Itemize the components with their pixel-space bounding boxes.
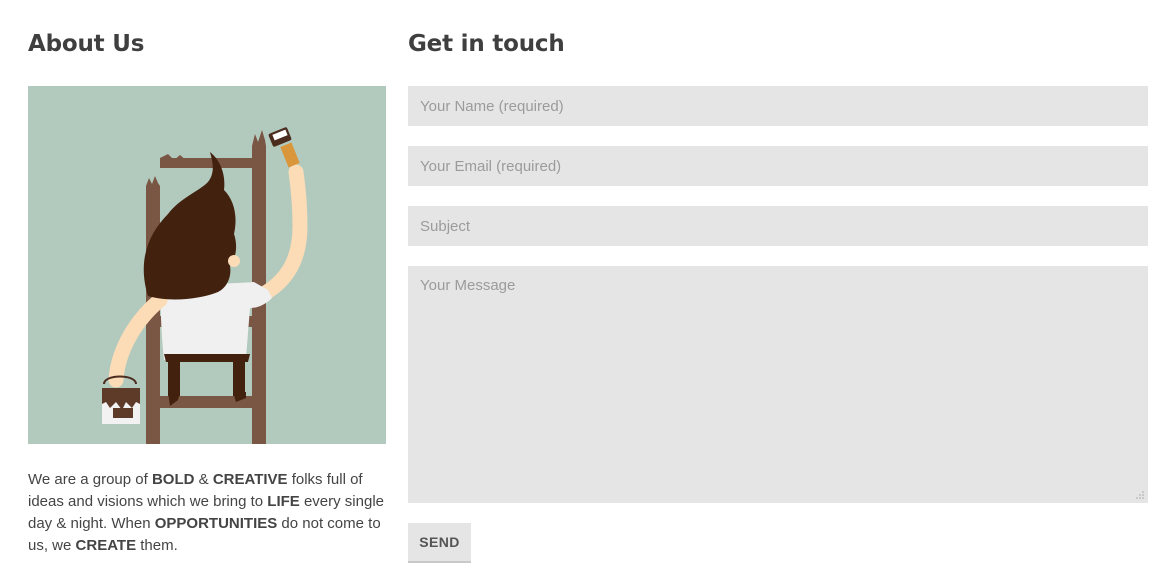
message-textarea[interactable] bbox=[408, 266, 1148, 503]
about-heading: About Us bbox=[28, 31, 145, 57]
about-text-emphasis: CREATIVE bbox=[212, 471, 288, 488]
about-text-segment: them. bbox=[136, 537, 178, 554]
about-text-segment: We are a group of bbox=[28, 471, 152, 488]
painter-ear bbox=[228, 255, 240, 267]
name-input[interactable] bbox=[408, 86, 1148, 126]
about-text-emphasis: BOLD bbox=[151, 471, 195, 488]
about-description: We are a group of BOLD & CREATIVE folks … bbox=[28, 469, 388, 557]
subject-input[interactable] bbox=[408, 206, 1148, 246]
about-text-segment: & bbox=[194, 471, 213, 488]
contact-heading: Get in touch bbox=[408, 31, 565, 57]
about-text-emphasis: LIFE bbox=[267, 493, 300, 510]
send-button[interactable]: SEND bbox=[408, 523, 471, 563]
resize-grip-icon[interactable] bbox=[1135, 490, 1145, 500]
about-text-emphasis: CREATE bbox=[75, 537, 137, 554]
about-text-emphasis: OPPORTUNITIES bbox=[154, 515, 278, 532]
painter-illustration bbox=[28, 86, 386, 444]
email-input[interactable] bbox=[408, 146, 1148, 186]
